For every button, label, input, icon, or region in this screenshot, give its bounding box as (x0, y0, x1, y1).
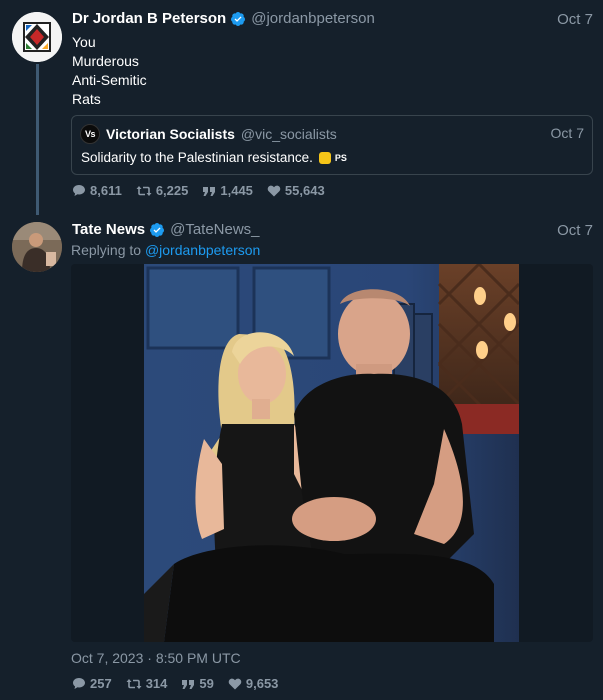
retweet-count[interactable]: 314 (126, 676, 168, 691)
replying-to: Replying to @jordanbpeterson (71, 242, 260, 258)
avatar-image (12, 222, 62, 272)
tweet-line: Rats (72, 91, 101, 107)
tweet-date[interactable]: Oct 7 (557, 11, 593, 28)
author-handle[interactable]: @jordanbpeterson (251, 10, 375, 27)
retweet-count-value: 314 (145, 676, 168, 691)
quoted-author-name[interactable]: Victorian Socialists (106, 126, 235, 142)
quoted-tweet[interactable]: Vs Victorian Socialists @vic_socialists … (71, 115, 593, 175)
reply-count[interactable]: 257 (72, 676, 112, 691)
raised-fist-icon (318, 151, 331, 164)
avatar-image (12, 12, 62, 62)
replying-label: Replying to (71, 242, 142, 258)
quote-icon (182, 679, 195, 689)
tweet-stats: 257 314 59 9,653 (72, 676, 292, 691)
thread-line (36, 64, 39, 215)
tweet-line: Anti-Semitic (72, 72, 147, 88)
like-count-value: 9,653 (245, 676, 279, 691)
reply-icon (73, 185, 85, 196)
retweet-count-value: 6,225 (155, 183, 189, 198)
replying-to-link[interactable]: @jordanbpeterson (145, 242, 260, 258)
reply-icon (73, 678, 85, 689)
author-name[interactable]: Dr Jordan B Peterson (72, 10, 226, 27)
tweet-header: Dr Jordan B Peterson @jordanbpeterson (72, 10, 375, 27)
retweet-icon (126, 678, 142, 689)
like-count[interactable]: 9,653 (228, 676, 279, 691)
tweet-header: Tate News @TateNews_ (72, 221, 260, 238)
like-count-value: 55,643 (284, 183, 325, 198)
quote-count-value: 1,445 (220, 183, 253, 198)
verified-badge-icon (231, 11, 246, 26)
quote-count[interactable]: 59 (181, 676, 214, 691)
avatar-peterson[interactable] (12, 12, 62, 62)
quoted-text: Solidarity to the Palestinian resistance… (81, 150, 313, 165)
reply-count-value: 257 (90, 676, 112, 691)
reply-count-value: 8,611 (90, 183, 122, 198)
quote-icon (203, 186, 216, 196)
tweet-timestamp[interactable]: Oct 7, 2023 · 8:50 PM UTC (71, 650, 241, 666)
quoted-text-row: Solidarity to the Palestinian resistance… (81, 150, 347, 165)
reply-count[interactable]: 8,611 (72, 183, 122, 198)
retweet-count[interactable]: 6,225 (136, 183, 189, 198)
tweet-media[interactable] (71, 264, 593, 642)
quoted-header: Vs Victorian Socialists @vic_socialists (80, 124, 337, 144)
tweet-line: Murderous (72, 53, 139, 69)
quote-count-value: 59 (199, 676, 214, 691)
quoted-suffix: PS (334, 152, 347, 163)
retweet-icon (136, 185, 152, 196)
tweet-photo (144, 264, 519, 642)
tweet-stats: 8,611 6,225 1,445 55,643 (72, 183, 339, 198)
heart-icon (267, 185, 281, 196)
tweet-line: You (72, 34, 96, 50)
author-handle[interactable]: @TateNews_ (170, 221, 259, 238)
like-count[interactable]: 55,643 (267, 183, 325, 198)
quoted-date: Oct 7 (550, 125, 584, 141)
author-name[interactable]: Tate News (72, 221, 145, 238)
verified-badge-icon (150, 222, 165, 237)
tweet-text: You Murderous Anti-Semitic Rats (72, 33, 147, 109)
quoted-author-handle[interactable]: @vic_socialists (241, 126, 337, 142)
tweet-date[interactable]: Oct 7 (557, 222, 593, 239)
tweet-peterson: Dr Jordan B Peterson @jordanbpeterson Oc… (0, 0, 603, 215)
quoted-avatar: Vs (80, 124, 100, 144)
heart-icon (228, 678, 242, 689)
avatar-tatenews[interactable] (12, 222, 62, 272)
quote-count[interactable]: 1,445 (202, 183, 253, 198)
